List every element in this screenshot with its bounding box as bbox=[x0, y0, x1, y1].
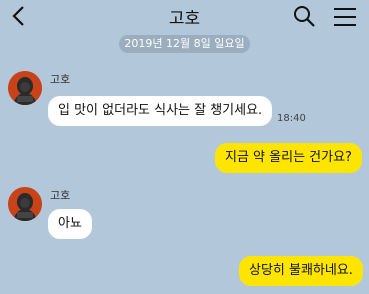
incoming-message-bubble[interactable]: 아뇨 bbox=[48, 209, 92, 239]
sender-avatar[interactable] bbox=[8, 71, 42, 105]
incoming-message-bubble[interactable]: 입 맛이 없더라도 식사는 잘 챙기세요. bbox=[48, 96, 273, 126]
sender-avatar[interactable] bbox=[8, 187, 42, 221]
sender-name: 고호 bbox=[50, 73, 71, 86]
message-timestamp: 18:40 bbox=[277, 113, 306, 124]
sender-name: 고호 bbox=[50, 189, 71, 202]
outgoing-message-bubble[interactable]: 지금 약 올리는 건가요? bbox=[215, 143, 362, 173]
hamburger-menu-icon[interactable] bbox=[333, 7, 357, 27]
search-icon[interactable] bbox=[292, 5, 316, 27]
date-divider: 2019년 12월 8일 일요일 bbox=[119, 35, 250, 53]
chat-header: 고호 bbox=[0, 0, 369, 32]
hooded-figure-icon bbox=[8, 187, 42, 221]
hooded-figure-icon bbox=[8, 71, 42, 105]
outgoing-message-bubble[interactable]: 상당히 불쾌하네요. bbox=[239, 256, 363, 286]
